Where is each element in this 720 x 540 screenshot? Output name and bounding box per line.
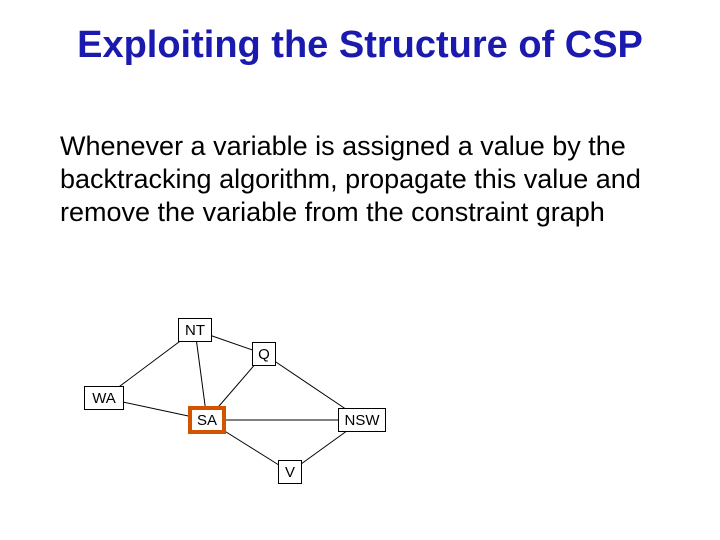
node-q: Q — [252, 342, 276, 366]
node-nt: NT — [178, 318, 212, 342]
node-sa: SA — [188, 406, 226, 434]
slide-title: Exploiting the Structure of CSP — [0, 24, 720, 67]
slide-body-text: Whenever a variable is assigned a value … — [60, 130, 670, 229]
node-v: V — [278, 460, 302, 484]
constraint-graph: NT Q WA SA NSW V — [80, 300, 510, 520]
node-nsw: NSW — [338, 408, 386, 432]
node-wa: WA — [84, 386, 124, 410]
graph-edges — [80, 300, 510, 520]
slide: Exploiting the Structure of CSP Whenever… — [0, 0, 720, 540]
